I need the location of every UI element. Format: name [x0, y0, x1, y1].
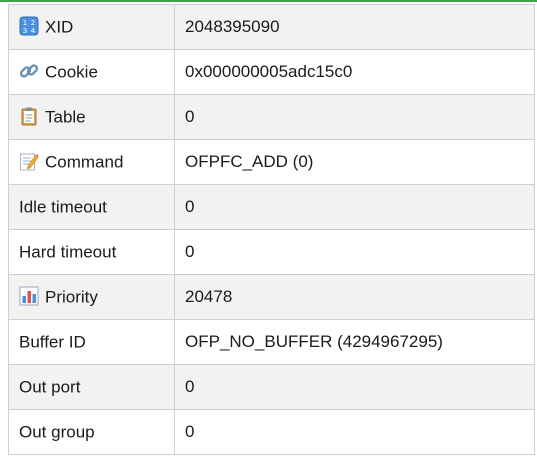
row-key-cell: 1 2 3 4 XID: [8, 4, 175, 50]
table-row: Out port 0: [8, 364, 535, 410]
row-value-cell: 20478: [174, 274, 535, 320]
row-value-cell: 0: [174, 409, 535, 455]
table-row: Idle timeout 0: [8, 184, 535, 230]
row-key-cell: Command: [8, 139, 175, 185]
clipboard-icon: [19, 106, 39, 126]
row-value-cell: 0: [174, 184, 535, 230]
memo-icon: [19, 151, 39, 171]
row-key-label: Cookie: [45, 62, 98, 82]
link-icon: [19, 61, 39, 81]
top-accent-bar: [0, 0, 537, 2]
table-row: 1 2 3 4 XID 2048395090: [8, 4, 535, 50]
properties-table: 1 2 3 4 XID 2048395090 Cookie 0x00000000…: [8, 4, 535, 455]
svg-text:3: 3: [23, 27, 27, 35]
row-key-label: XID: [45, 17, 74, 37]
numbers-keycap-icon: 1 2 3 4: [19, 16, 39, 36]
row-value-cell: 0x000000005adc15c0: [174, 49, 535, 95]
row-value-cell: OFPFC_ADD (0): [174, 139, 535, 185]
svg-text:2: 2: [31, 19, 35, 27]
row-key-label: Out group: [19, 422, 95, 442]
row-value-cell: OFP_NO_BUFFER (4294967295): [174, 319, 535, 365]
row-key-label: Priority: [45, 287, 98, 307]
row-key-cell: Priority: [8, 274, 175, 320]
table-row: Buffer ID OFP_NO_BUFFER (4294967295): [8, 319, 535, 365]
row-value-cell: 0: [174, 364, 535, 410]
table-row: Priority 20478: [8, 274, 535, 320]
row-key-cell: Out group: [8, 409, 175, 455]
row-key-cell: Buffer ID: [8, 319, 175, 365]
row-key-cell: Cookie: [8, 49, 175, 95]
row-key-label: Hard timeout: [19, 242, 117, 262]
table-row: Table 0: [8, 94, 535, 140]
row-key-cell: Idle timeout: [8, 184, 175, 230]
row-key-cell: Out port: [8, 364, 175, 410]
row-key-label: Command: [45, 152, 124, 172]
row-key-label: Buffer ID: [19, 332, 86, 352]
table-row: Command OFPFC_ADD (0): [8, 139, 535, 185]
row-key-label: Table: [45, 107, 86, 127]
table-row: Hard timeout 0: [8, 229, 535, 275]
svg-text:1: 1: [23, 19, 27, 27]
row-key-label: Out port: [19, 377, 81, 397]
svg-text:4: 4: [31, 27, 36, 35]
row-key-label: Idle timeout: [19, 197, 107, 217]
table-row: Cookie 0x000000005adc15c0: [8, 49, 535, 95]
row-key-cell: Hard timeout: [8, 229, 175, 275]
bar-chart-icon: [19, 286, 39, 306]
row-value-cell: 0: [174, 94, 535, 140]
table-row: Out group 0: [8, 409, 535, 455]
row-value-cell: 0: [174, 229, 535, 275]
row-value-cell: 2048395090: [174, 4, 535, 50]
row-key-cell: Table: [8, 94, 175, 140]
